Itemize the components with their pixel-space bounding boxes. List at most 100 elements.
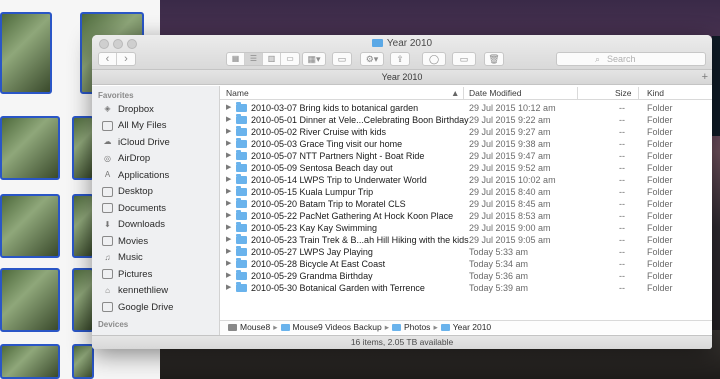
- table-row[interactable]: ▶ 2010-03-07 Bring kids to botanical gard…: [220, 102, 712, 114]
- photo-thumbnail[interactable]: [72, 344, 94, 379]
- column-view-icon[interactable]: ▥: [263, 53, 281, 65]
- sidebar-item-kennethliew[interactable]: ⌂ kennethliew: [102, 283, 168, 299]
- table-row[interactable]: ▶ 2010-05-27 LWPS Jay Playing Today 5:33 a…: [220, 246, 712, 258]
- photo-thumbnail[interactable]: [0, 268, 60, 332]
- forward-button[interactable]: ›: [117, 53, 135, 65]
- breadcrumb-item[interactable]: Year 2010: [440, 321, 491, 334]
- sidebar-item-icloud-drive[interactable]: ☁ iCloud Drive: [102, 134, 170, 150]
- sidebar-devices-header: Devices: [98, 320, 129, 329]
- table-row[interactable]: ▶ 2010-05-03 Grace Ting visit our home 29 …: [220, 138, 712, 150]
- disclosure-triangle-icon[interactable]: ▶: [226, 138, 231, 150]
- row-name: 2010-05-20 Batam Trip to Moratel CLS: [251, 199, 406, 209]
- table-row[interactable]: ▶ 2010-05-22 PacNet Gathering At Hock Koo…: [220, 210, 712, 222]
- disclosure-triangle-icon[interactable]: ▶: [226, 258, 231, 270]
- sidebar-item-all-my-files[interactable]: All My Files: [102, 118, 167, 134]
- table-row[interactable]: ▶ 2010-05-01 Dinner at Vele...Celebrating…: [220, 114, 712, 126]
- disclosure-triangle-icon[interactable]: ▶: [226, 174, 231, 186]
- photo-thumbnail[interactable]: [0, 344, 60, 379]
- disclosure-triangle-icon[interactable]: ▶: [226, 282, 231, 294]
- folder-icon: [236, 198, 247, 208]
- share-icon[interactable]: ⇪: [390, 52, 410, 66]
- sidebar-item-applications[interactable]: A Applications: [102, 167, 169, 183]
- sidebar-item-documents[interactable]: Documents: [102, 200, 166, 216]
- column-header-date[interactable]: Date Modified: [469, 88, 521, 98]
- breadcrumb-item[interactable]: Photos: [391, 321, 431, 334]
- disclosure-triangle-icon[interactable]: ▶: [226, 234, 231, 246]
- sidebar-item-downloads[interactable]: ⬇ Downloads: [102, 217, 165, 233]
- sidebar-item-label: iCloud Drive: [118, 136, 170, 148]
- photo-thumbnail[interactable]: [72, 268, 94, 332]
- row-name: 2010-05-03 Grace Ting visit our home: [251, 139, 403, 149]
- sidebar-item-pictures[interactable]: Pictures: [102, 266, 152, 282]
- row-kind: Folder: [647, 247, 673, 257]
- row-name: 2010-05-22 PacNet Gathering At Hock Koon…: [251, 211, 454, 221]
- table-row[interactable]: ▶ 2010-05-02 River Cruise with kids 29 Jul…: [220, 126, 712, 138]
- tab-year-2010[interactable]: Year 2010: [382, 72, 423, 82]
- table-row[interactable]: ▶ 2010-05-29 Grandma Birthday Today 5:36 a…: [220, 270, 712, 282]
- table-row[interactable]: ▶ 2010-05-30 Botanical Garden with Terren…: [220, 282, 712, 294]
- photo-thumbnail[interactable]: [72, 194, 94, 258]
- column-divider[interactable]: [463, 87, 464, 99]
- photo-thumbnail[interactable]: [0, 194, 60, 258]
- table-row[interactable]: ▶ 2010-05-20 Batam Trip to Moratel CLS 29 …: [220, 198, 712, 210]
- table-row[interactable]: ▶ 2010-05-09 Sentosa Beach day out 29 Jul …: [220, 162, 712, 174]
- table-row[interactable]: ▶ 2010-05-07 NTT Partners Night - Boat Ri…: [220, 150, 712, 162]
- column-header-kind[interactable]: Kind: [647, 88, 664, 98]
- row-size: --: [619, 139, 625, 149]
- row-name: 2010-05-07 NTT Partners Night - Boat Rid…: [251, 151, 425, 161]
- disclosure-triangle-icon[interactable]: ▶: [226, 186, 231, 198]
- table-row[interactable]: ▶ 2010-05-14 LWPS Trip to Underwater Worl…: [220, 174, 712, 186]
- table-row[interactable]: ▶ 2010-05-15 Kuala Lumpur Trip 29 Jul 2015…: [220, 186, 712, 198]
- sidebar-item-google-drive[interactable]: Google Drive: [102, 299, 173, 315]
- pictures-icon: [102, 269, 113, 279]
- list-view-icon[interactable]: ☰: [245, 53, 263, 65]
- sidebar-item-desktop[interactable]: Desktop: [102, 184, 153, 200]
- disclosure-triangle-icon[interactable]: ▶: [226, 150, 231, 162]
- folder-icon: [236, 174, 247, 184]
- sidebar-item-airdrop[interactable]: ◎ AirDrop: [102, 151, 150, 167]
- column-header-name[interactable]: Name: [226, 88, 249, 98]
- disclosure-triangle-icon[interactable]: ▶: [226, 210, 231, 222]
- column-divider[interactable]: [577, 87, 578, 99]
- disclosure-triangle-icon[interactable]: ▶: [226, 246, 231, 258]
- disclosure-triangle-icon[interactable]: ▶: [226, 270, 231, 282]
- sidebar-item-movies[interactable]: Movies: [102, 233, 148, 249]
- photo-thumbnail[interactable]: [72, 116, 94, 180]
- back-button[interactable]: ‹: [99, 53, 117, 65]
- row-size: --: [619, 151, 625, 161]
- new-tab-button[interactable]: +: [702, 70, 708, 85]
- column-divider[interactable]: [638, 87, 639, 99]
- disclosure-triangle-icon[interactable]: ▶: [226, 114, 231, 126]
- disclosure-triangle-icon[interactable]: ▶: [226, 126, 231, 138]
- row-kind: Folder: [647, 283, 673, 293]
- disclosure-triangle-icon[interactable]: ▶: [226, 198, 231, 210]
- table-row[interactable]: ▶ 2010-05-23 Train Trek & B...ah Hill Hik…: [220, 234, 712, 246]
- column-header-size[interactable]: Size: [615, 88, 632, 98]
- trash-icon[interactable]: 🗑: [484, 52, 504, 66]
- new-folder-icon[interactable]: ▭: [452, 52, 476, 66]
- sort-ascending-icon[interactable]: ▲: [451, 88, 459, 98]
- arrange-button[interactable]: ▦▾: [302, 52, 326, 66]
- action-gear-button[interactable]: ⚙▾: [360, 52, 384, 66]
- disclosure-triangle-icon[interactable]: ▶: [226, 102, 231, 114]
- icon-view-icon[interactable]: ▦: [227, 53, 245, 65]
- breadcrumb-label: Photos: [403, 322, 431, 332]
- photo-thumbnail[interactable]: [0, 116, 60, 180]
- row-name: 2010-05-23 Kay Kay Swimming: [251, 223, 378, 233]
- navigation-buttons: ‹ ›: [98, 52, 136, 66]
- table-row[interactable]: ▶ 2010-05-23 Kay Kay Swimming 29 Jul 2015 …: [220, 222, 712, 234]
- disclosure-triangle-icon[interactable]: ▶: [226, 222, 231, 234]
- sidebar-item-dropbox[interactable]: ◈ Dropbox: [102, 101, 154, 117]
- tag-icon[interactable]: ◯: [422, 52, 446, 66]
- sidebar: Favorites Devices ◈ Dropbox All My Files ☁ i…: [92, 86, 220, 336]
- disclosure-triangle-icon[interactable]: ▶: [226, 162, 231, 174]
- coverflow-view-icon[interactable]: ▭: [281, 53, 299, 65]
- search-input[interactable]: ⌕ Search: [556, 52, 706, 66]
- row-date: 29 Jul 2015 9:52 am: [469, 163, 551, 173]
- breadcrumb-item[interactable]: Mouse9 Videos Backup: [280, 321, 382, 334]
- sidebar-item-music[interactable]: ♫ Music: [102, 250, 143, 266]
- photo-thumbnail[interactable]: [0, 12, 52, 94]
- table-row[interactable]: ▶ 2010-05-28 Bicycle At East Coast Today 5…: [220, 258, 712, 270]
- breadcrumb-item[interactable]: Mouse8: [228, 321, 270, 334]
- share-screen-icon[interactable]: ▭: [332, 52, 352, 66]
